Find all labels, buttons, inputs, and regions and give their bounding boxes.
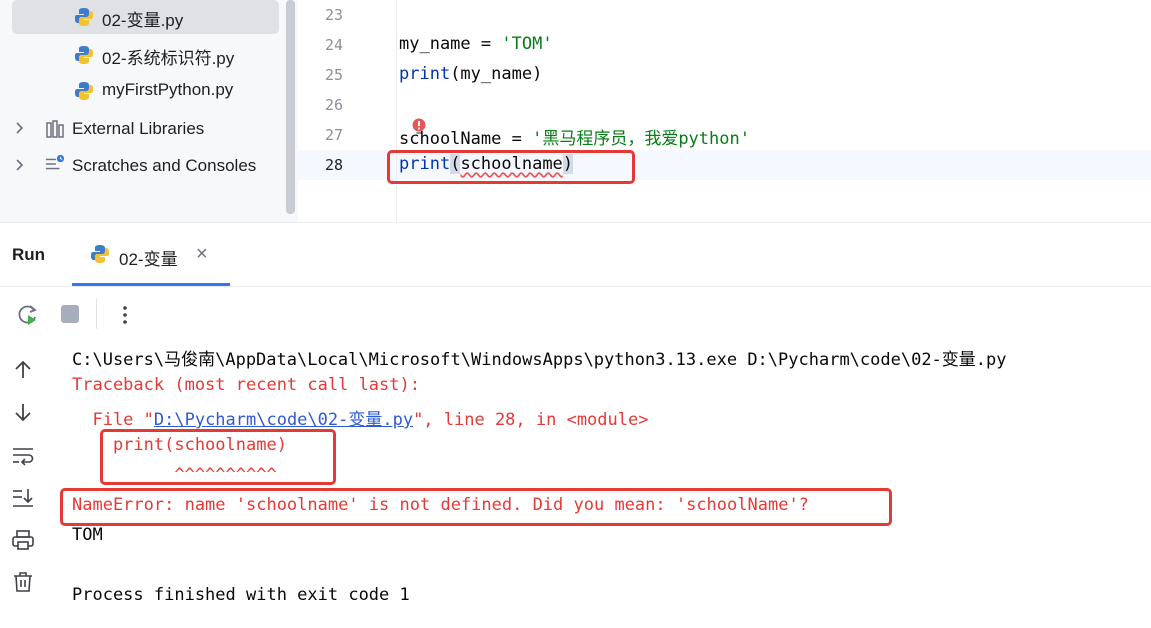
toolbar-separator (96, 299, 97, 329)
tree-item-02-identifiers-py[interactable]: 02-系统标识符.py (0, 38, 284, 72)
console-output[interactable]: C:\Users\马俊南\AppData\Local\Microsoft\Win… (46, 340, 1151, 628)
rerun-icon[interactable] (16, 303, 40, 327)
arrow-down-icon[interactable] (11, 400, 35, 424)
line-number: 24 (324, 36, 343, 54)
code-variable: schoolName (399, 129, 502, 149)
project-tree: 02-变量.py 02-系统标识符.py myFirstPython.py Ex… (0, 0, 284, 222)
close-icon[interactable]: × (196, 243, 208, 265)
line-number-current: 28 (324, 156, 343, 174)
tree-item-myfirstpython-py[interactable]: myFirstPython.py (0, 74, 284, 108)
tree-item-02-variables-py[interactable]: 02-变量.py (12, 0, 279, 34)
tree-item-label: 02-系统标识符.py (102, 49, 235, 68)
code-args: (my_name) (450, 64, 543, 84)
tree-item-external-libraries[interactable]: External Libraries (0, 112, 284, 146)
console-command-line: C:\Users\马俊南\AppData\Local\Microsoft\Win… (72, 350, 1007, 370)
run-toolbar (0, 286, 1151, 340)
run-tab[interactable]: 02-变量 × (72, 223, 230, 287)
traceback-annotation-box (100, 429, 336, 485)
top-area: 02-变量.py 02-系统标识符.py myFirstPython.py Ex… (0, 0, 1151, 222)
code-string: '黑马程序员，我爱python' (532, 129, 750, 149)
console-file-link[interactable]: D:\Pycharm\code\02-变量.py (154, 410, 413, 430)
editor-annotation-box (387, 150, 635, 184)
line-number: 25 (324, 66, 343, 84)
code-operator: = (470, 34, 502, 54)
tree-item-label: Scratches and Consoles (72, 156, 257, 175)
line-number: 23 (324, 6, 343, 24)
tree-item-label: myFirstPython.py (102, 80, 234, 99)
code-line-27[interactable]: schoolName = '黑马程序员，我爱python' (399, 124, 750, 149)
tree-item-scratches-and-consoles[interactable]: Scratches and Consoles (0, 149, 284, 183)
arrow-up-icon[interactable] (11, 358, 35, 382)
line-number: 26 (324, 96, 343, 114)
code-line-25[interactable]: print(my_name) (399, 64, 542, 84)
console-sidebar (0, 340, 46, 628)
run-tab-label: 02-变量 (119, 250, 178, 269)
chevron-right-icon[interactable] (12, 120, 28, 136)
more-vertical-icon[interactable] (117, 303, 133, 327)
tree-scrollbar[interactable] (286, 0, 295, 214)
code-string: 'TOM' (501, 34, 553, 54)
python-file-icon (75, 46, 93, 64)
tree-item-label: External Libraries (72, 119, 205, 138)
scratches-icon (45, 154, 65, 170)
trash-icon[interactable] (11, 570, 35, 594)
console-program-output: TOM (72, 525, 103, 545)
print-icon[interactable] (11, 528, 35, 552)
tree-item-label: 02-变量.py (102, 11, 184, 30)
soft-wrap-icon[interactable] (11, 444, 35, 468)
library-icon (46, 120, 64, 138)
console-file-suffix: ", line 28, in <module> (413, 410, 649, 430)
code-editor[interactable]: 23 24 25 26 27 28 my_name = 'TOM' print(… (298, 0, 1151, 222)
error-annotation-box (60, 488, 892, 526)
code-variable: my_name (399, 34, 471, 54)
line-number: 27 (324, 126, 343, 144)
code-line-24[interactable]: my_name = 'TOM' (399, 34, 553, 54)
console-file-prefix: File " (72, 410, 154, 430)
console-traceback-file: File "D:\Pycharm\code\02-变量.py", line 28… (72, 405, 648, 430)
console-traceback-header: Traceback (most recent call last): (72, 375, 420, 395)
python-file-icon (75, 82, 93, 100)
run-panel-title: Run (12, 245, 46, 264)
chevron-right-icon[interactable] (12, 157, 28, 173)
code-builtin: print (399, 64, 451, 84)
run-panel-header: Run 02-变量 × (0, 222, 1151, 286)
python-file-icon (75, 8, 93, 26)
code-operator: = (501, 129, 533, 149)
python-icon (91, 245, 109, 263)
gutter-separator (396, 0, 397, 222)
stop-icon[interactable] (61, 305, 79, 323)
scroll-to-end-icon[interactable] (11, 486, 35, 510)
console-exit-status: Process finished with exit code 1 (72, 585, 410, 605)
